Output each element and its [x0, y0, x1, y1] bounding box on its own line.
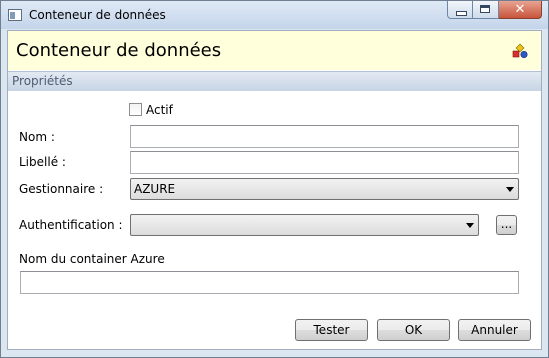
actif-checkbox[interactable] [129, 103, 142, 116]
libelle-label: Libellé : [19, 155, 66, 169]
ok-button[interactable]: OK [377, 319, 450, 341]
header-title: Conteneur de données [16, 40, 222, 61]
properties-section-label: Propriétés [12, 74, 73, 88]
chevron-down-icon [466, 223, 474, 228]
dialog-client-area: Conteneur de données Propriétés Actif No… [7, 30, 542, 350]
close-icon: ✕ [514, 2, 526, 17]
maximize-button[interactable] [473, 1, 499, 19]
minimize-button[interactable] [447, 1, 473, 19]
gestionnaire-label: Gestionnaire : [19, 182, 104, 196]
minimize-icon [456, 11, 467, 16]
gestionnaire-select[interactable]: AZURE [130, 178, 519, 200]
dialog-header: Conteneur de données [8, 31, 541, 70]
maximize-icon [480, 5, 490, 13]
dialog-window: Conteneur de données ✕ Conteneur de donn… [0, 0, 549, 358]
chevron-down-icon [506, 187, 514, 192]
nom-label: Nom : [19, 130, 55, 144]
cancel-button[interactable]: Annuler [458, 319, 531, 341]
nom-input[interactable] [130, 125, 519, 148]
container-label: Nom du container Azure [19, 252, 165, 266]
properties-section-header: Propriétés [8, 71, 541, 91]
libelle-input[interactable] [130, 151, 519, 174]
authentification-browse-button[interactable]: ... [496, 215, 517, 235]
authentification-label: Authentification : [19, 218, 123, 232]
test-button[interactable]: Tester [295, 319, 368, 341]
window-app-icon [8, 9, 22, 21]
window-title: Conteneur de données [29, 8, 166, 22]
window-controls: ✕ [447, 1, 542, 20]
actif-label: Actif [146, 103, 173, 117]
database-shapes-icon [512, 43, 528, 59]
gestionnaire-value: AZURE [134, 182, 176, 196]
authentification-select[interactable] [130, 214, 479, 236]
close-button[interactable]: ✕ [499, 1, 542, 19]
title-bar[interactable]: Conteneur de données ✕ [1, 1, 548, 29]
container-input[interactable] [20, 271, 519, 294]
